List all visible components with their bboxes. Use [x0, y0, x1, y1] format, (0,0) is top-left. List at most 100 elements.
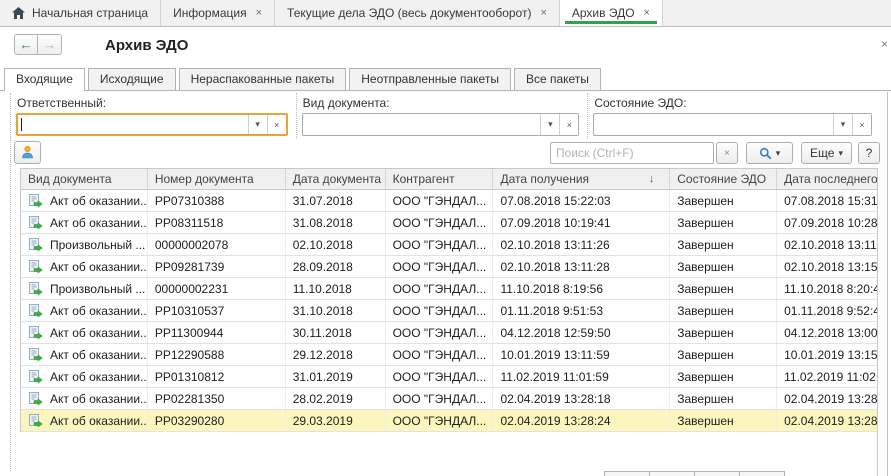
cell-date: 29.12.2018: [286, 344, 386, 365]
cell-counterparty: ООО "ГЭНДАЛ...: [386, 234, 494, 255]
subtab-incoming[interactable]: Входящие: [4, 68, 85, 91]
column-header-doc-kind[interactable]: Вид документа: [21, 169, 148, 189]
cell-text: 02.10.2018 13:11:58: [784, 238, 877, 252]
cell-date: 31.07.2018: [286, 190, 386, 211]
cell-text: Завершен: [677, 326, 733, 340]
window-tab-label: Начальная страница: [32, 6, 148, 20]
cell-text: PP01310812: [155, 370, 224, 384]
search-clear-button[interactable]: ×: [716, 142, 738, 164]
table-row[interactable]: Акт об оказании...PP0731038831.07.2018ОО…: [21, 190, 877, 212]
bottom-nav-button[interactable]: [694, 471, 740, 476]
cell-text: PP11300944: [155, 326, 224, 340]
column-header-received-date[interactable]: Дата получения ↓: [493, 169, 670, 189]
tab-close-icon[interactable]: ×: [256, 7, 262, 19]
cell-type: Акт об оказании...: [21, 410, 148, 431]
cell-changed: 04.12.2018 13:00:2: [777, 322, 877, 343]
window-tab-info[interactable]: Информация ×: [161, 0, 275, 26]
search-button[interactable]: ▾: [746, 142, 793, 164]
cell-number: 00000002231: [148, 278, 286, 299]
cell-text: ООО "ГЭНДАЛ...: [393, 348, 487, 362]
cell-type: Акт об оказании...: [21, 322, 148, 343]
clear-icon[interactable]: ×: [559, 114, 578, 135]
form-right-border: [887, 92, 888, 476]
tab-close-icon[interactable]: ×: [644, 7, 650, 19]
column-header-doc-number[interactable]: Номер документа: [148, 169, 286, 189]
window-tab-label: Текущие дела ЭДО (весь документооборот): [287, 6, 531, 20]
table-row[interactable]: Акт об оказании...PP0928173928.09.2018ОО…: [21, 256, 877, 278]
edo-state-input[interactable]: [594, 114, 833, 135]
subtab-all[interactable]: Все пакеты: [514, 68, 601, 90]
form-close-icon[interactable]: ×: [881, 38, 888, 50]
cell-text: Акт об оказании...: [50, 194, 148, 208]
window-tab-label: Информация: [173, 6, 246, 20]
cell-text: 07.09.2018 10:28:0: [784, 216, 877, 230]
responsible-combobox: ▾ ×: [16, 113, 288, 136]
column-header-counterparty[interactable]: Контрагент: [386, 169, 494, 189]
cell-number: PP09281739: [148, 256, 286, 277]
table-row[interactable]: Акт об оказании...PP1229058829.12.2018ОО…: [21, 344, 877, 366]
cell-text: Завершен: [677, 392, 733, 406]
subtab-outgoing[interactable]: Исходящие: [88, 68, 176, 90]
clear-icon[interactable]: ×: [852, 114, 871, 135]
cell-text: Завершен: [677, 282, 733, 296]
cell-text: ООО "ГЭНДАЛ...: [393, 326, 487, 340]
table-row[interactable]: Акт об оказании...PP0131081231.01.2019ОО…: [21, 366, 877, 388]
cell-text: PP03290280: [155, 414, 224, 428]
more-button[interactable]: Еще ▾: [801, 142, 852, 164]
help-button[interactable]: ?: [858, 142, 880, 164]
window-tab-current-edo[interactable]: Текущие дела ЭДО (весь документооборот) …: [275, 0, 560, 26]
column-header-doc-date[interactable]: Дата документа: [286, 169, 386, 189]
dropdown-icon[interactable]: ▾: [540, 114, 559, 135]
cell-date: 29.03.2019: [286, 410, 386, 431]
column-header-last-changed[interactable]: Дата последнего и: [777, 169, 877, 189]
back-button[interactable]: ←: [14, 34, 38, 55]
cell-text: Акт об оказании...: [50, 414, 148, 428]
clear-icon: ×: [724, 148, 730, 159]
cell-type: Акт об оказании...: [21, 256, 148, 277]
cell-text: Завершен: [677, 370, 733, 384]
cell-text: PP02281350: [155, 392, 224, 406]
cell-date: 28.02.2019: [286, 388, 386, 409]
incoming-document-icon: [28, 238, 43, 251]
doc-kind-input[interactable]: [303, 114, 541, 135]
cell-counterparty: ООО "ГЭНДАЛ...: [386, 256, 494, 277]
incoming-document-icon: [28, 392, 43, 405]
responsible-input[interactable]: [22, 115, 248, 134]
search-input[interactable]: [550, 142, 714, 164]
table-row[interactable]: Акт об оказании...PP0329028029.03.2019ОО…: [21, 410, 877, 432]
cell-number: PP12290588: [148, 344, 286, 365]
tab-close-icon[interactable]: ×: [540, 7, 546, 19]
set-responsible-button[interactable]: [14, 141, 41, 164]
cell-text: 04.12.2018 13:00:2: [784, 326, 877, 340]
column-header-edo-state[interactable]: Состояние ЭДО: [670, 169, 777, 189]
table-row[interactable]: Акт об оказании...PP1031053731.10.2018ОО…: [21, 300, 877, 322]
bottom-nav-button[interactable]: [739, 471, 785, 476]
search-icon: [759, 147, 772, 160]
table-row[interactable]: Акт об оказании... PP02281350 28.02.2019 ОО…: [21, 388, 877, 410]
cell-state: Завершен: [670, 322, 777, 343]
subtab-unsent[interactable]: Неотправленные пакеты: [349, 68, 511, 90]
cell-type: Акт об оказании...: [21, 388, 148, 409]
clear-icon[interactable]: ×: [267, 115, 286, 134]
cell-text: ООО "ГЭНДАЛ...: [393, 392, 487, 406]
column-label: Дата последнего и: [784, 172, 877, 186]
forward-button[interactable]: →: [38, 34, 62, 55]
cell-text: 11.10.2018 8:20:47: [784, 282, 877, 296]
window-tab-home[interactable]: Начальная страница: [0, 0, 161, 26]
bottom-nav-button[interactable]: [604, 471, 650, 476]
window-tab-edo-archive[interactable]: Архив ЭДО ×: [560, 0, 663, 26]
table-row[interactable]: Акт об оказании...PP0831151831.08.2018ОО…: [21, 212, 877, 234]
dropdown-icon[interactable]: ▾: [833, 114, 852, 135]
subtab-unpacked[interactable]: Нераспакованные пакеты: [179, 68, 347, 90]
cell-text: 02.10.2018 13:11:26: [500, 238, 609, 252]
table-row[interactable]: Произвольный ...0000000223111.10.2018ООО…: [21, 278, 877, 300]
cell-text: Акт об оказании...: [50, 216, 148, 230]
dropdown-icon[interactable]: ▾: [248, 115, 267, 134]
table-row[interactable]: Акт об оказании...PP1130094430.11.2018ОО…: [21, 322, 877, 344]
cell-text: ООО "ГЭНДАЛ...: [393, 260, 487, 274]
bottom-nav-button[interactable]: [649, 471, 695, 476]
incoming-document-icon: [28, 194, 43, 207]
cell-text: ООО "ГЭНДАЛ...: [393, 194, 487, 208]
column-label: Контрагент: [393, 172, 455, 186]
table-row[interactable]: Произвольный ...0000000207802.10.2018ООО…: [21, 234, 877, 256]
